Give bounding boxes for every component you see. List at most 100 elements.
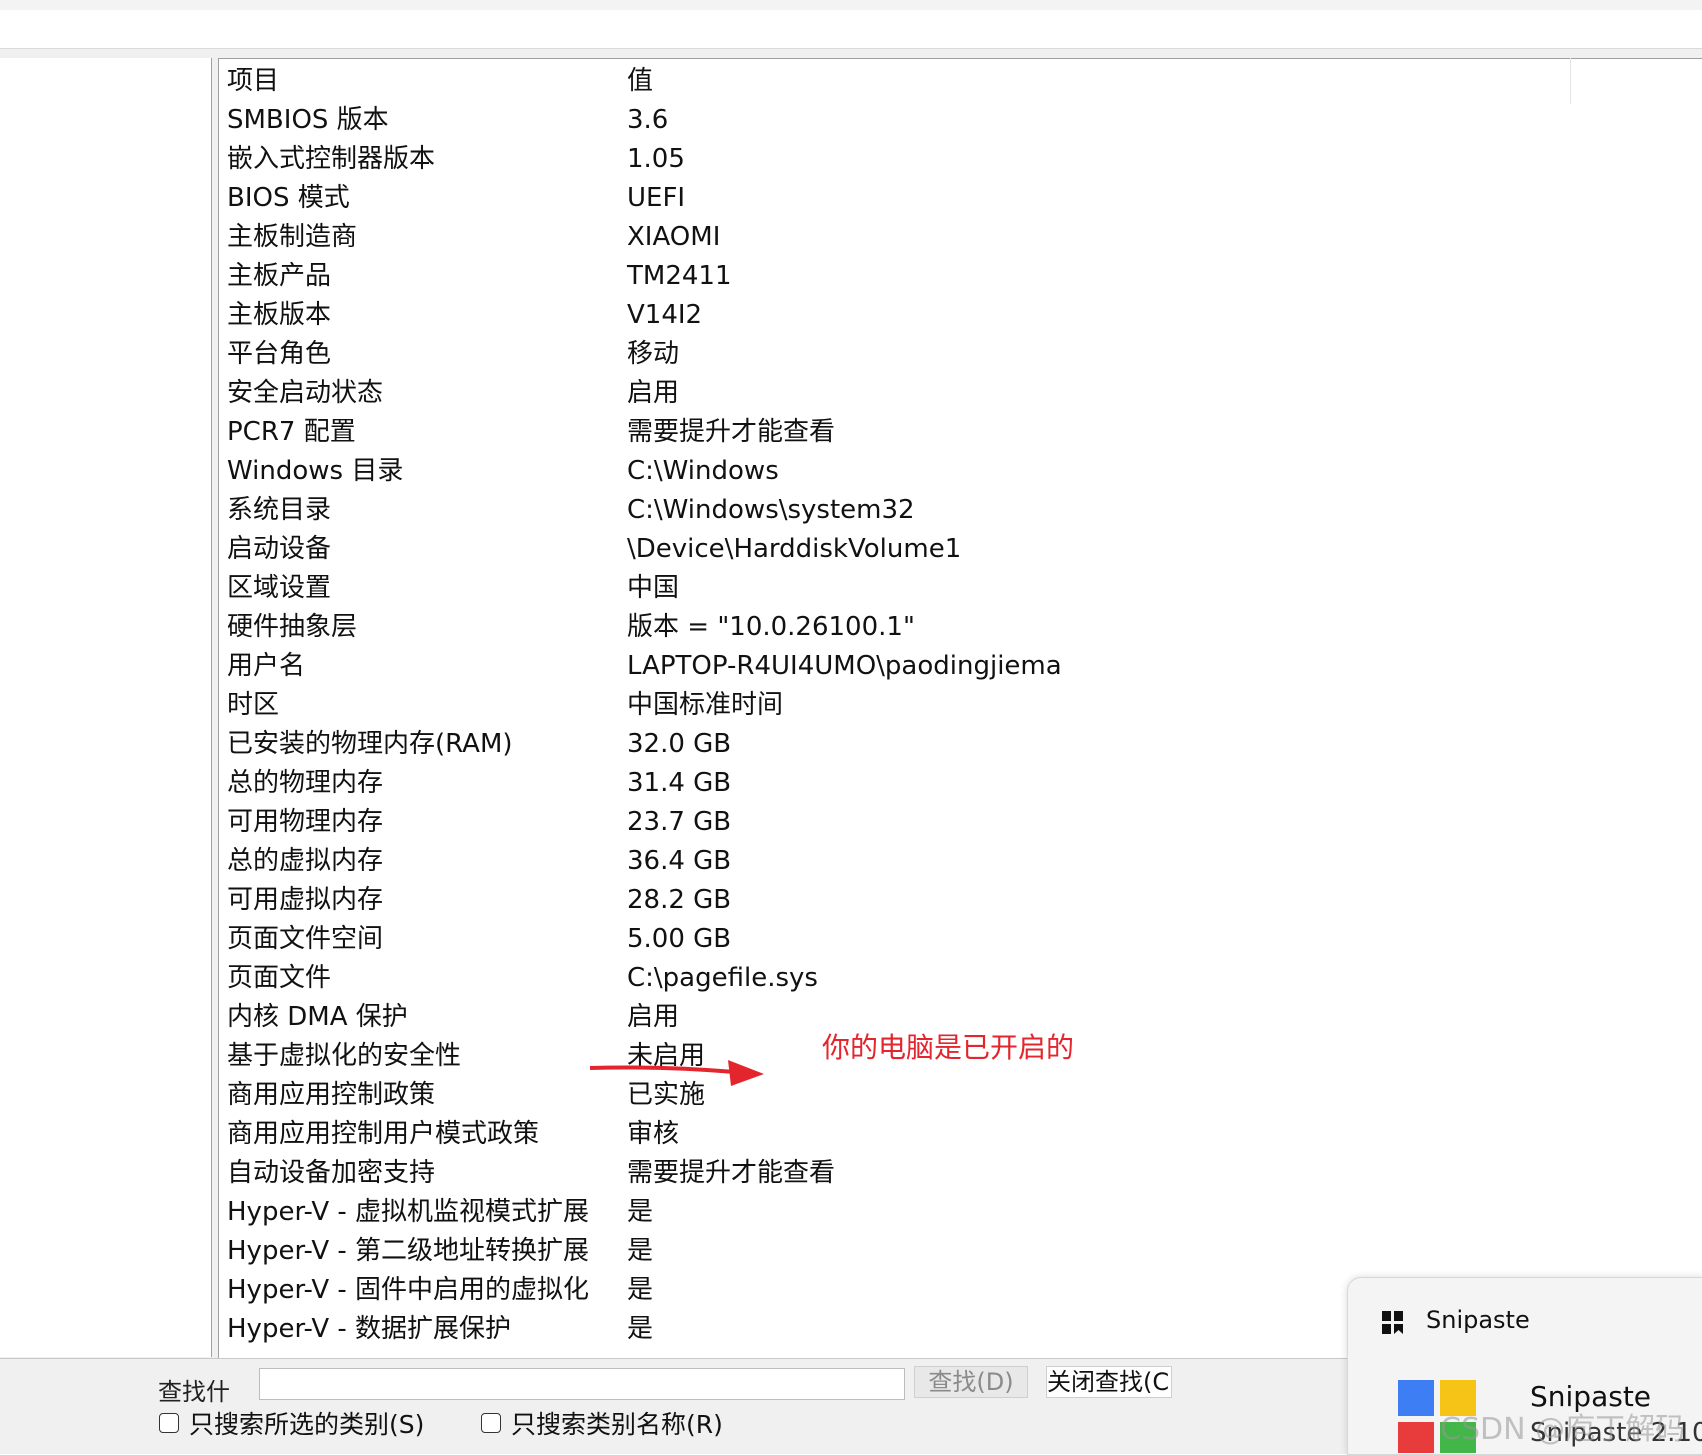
column-header-value[interactable]: 值 [627, 62, 653, 101]
system-summary-list[interactable]: 项目 值 SMBIOS 版本 3.6 嵌入式控制器版本 1.05 BIOS 模式 UEFI 主板… [218, 58, 1702, 1358]
table-row[interactable]: PCR7 配置 需要提升才能查看 [227, 413, 1427, 452]
window-top-strip [0, 0, 1702, 10]
table-row[interactable]: 总的虚拟内存 36.4 GB [227, 842, 1427, 881]
table-row[interactable]: 页面文件 C:\pagefile.sys [227, 959, 1427, 998]
row-item-name: 硬件抽象层 [227, 612, 358, 642]
row-item-name: 页面文件 [227, 963, 332, 993]
row-item-value: 审核 [627, 1119, 680, 1149]
row-item-name: 平台角色 [227, 339, 332, 369]
row-item-name: SMBIOS 版本 [227, 105, 389, 135]
row-item-value: 版本 = "10.0.26100.1" [627, 612, 915, 642]
row-item-value: 5.00 GB [627, 924, 732, 954]
row-item-name: 商用应用控制用户模式政策 [227, 1119, 540, 1149]
row-item-value: 已实施 [627, 1080, 706, 1110]
table-row[interactable]: Hyper-V - 数据扩展保护 是 [227, 1310, 1427, 1349]
table-row[interactable]: 主板版本 V14I2 [227, 296, 1427, 335]
table-row[interactable]: 商用应用控制政策 已实施 [227, 1076, 1427, 1115]
close-find-button[interactable]: 关闭查找(C [1046, 1366, 1172, 1398]
row-item-name: 主板制造商 [227, 222, 358, 252]
row-item-name: 总的虚拟内存 [227, 846, 384, 876]
column-header-row[interactable]: 项目 值 [227, 62, 1427, 101]
search-category-names-checkbox[interactable] [481, 1413, 501, 1433]
row-item-value: V14I2 [627, 300, 703, 330]
table-row[interactable]: 总的物理内存 31.4 GB [227, 764, 1427, 803]
row-item-value: C:\Windows [627, 456, 779, 486]
row-item-name: PCR7 配置 [227, 417, 356, 447]
table-row[interactable]: 嵌入式控制器版本 1.05 [227, 140, 1427, 179]
table-row[interactable]: 硬件抽象层 版本 = "10.0.26100.1" [227, 608, 1427, 647]
row-item-value: C:\pagefile.sys [627, 963, 818, 993]
find-input[interactable] [259, 1368, 905, 1400]
table-row[interactable]: 可用物理内存 23.7 GB [227, 803, 1427, 842]
row-item-value: 28.2 GB [627, 885, 732, 915]
table-row[interactable]: 主板制造商 XIAOMI [227, 218, 1427, 257]
table-row[interactable]: 系统目录 C:\Windows\system32 [227, 491, 1427, 530]
table-row[interactable]: 区域设置 中国 [227, 569, 1427, 608]
table-row[interactable]: 商用应用控制用户模式政策 审核 [227, 1115, 1427, 1154]
row-item-value: \Device\HarddiskVolume1 [627, 534, 962, 564]
table-row[interactable]: Hyper-V - 虚拟机监视模式扩展 是 [227, 1193, 1427, 1232]
row-item-value: 中国标准时间 [627, 690, 784, 720]
table-row[interactable]: 自动设备加密支持 需要提升才能查看 [227, 1154, 1427, 1193]
row-item-name: 可用虚拟内存 [227, 885, 384, 915]
row-item-value: 中国 [627, 573, 680, 603]
column-header-divider[interactable] [1570, 58, 1571, 104]
find-button[interactable]: 查找(D) [914, 1366, 1028, 1398]
search-selected-category-checkbox[interactable] [159, 1413, 179, 1433]
row-item-name: 可用物理内存 [227, 807, 384, 837]
snipaste-small-icon [1382, 1311, 1403, 1334]
find-label: 查找什 [158, 1378, 230, 1406]
table-row[interactable]: 安全启动状态 启用 [227, 374, 1427, 413]
row-item-name: 自动设备加密支持 [227, 1158, 436, 1188]
toolbar-area [0, 10, 1702, 49]
row-item-name: 用户名 [227, 651, 306, 681]
row-item-value: 1.05 [627, 144, 685, 174]
row-item-name: 内核 DMA 保护 [227, 1002, 408, 1032]
table-row[interactable]: 已安装的物理内存(RAM) 32.0 GB [227, 725, 1427, 764]
row-item-value: LAPTOP-R4UI4UMO\paodingjiema [627, 651, 1062, 681]
row-item-name: 启动设备 [227, 534, 332, 564]
search-selected-category-label: 只搜索所选的类别(S) [189, 1410, 425, 1439]
snipaste-small-label: Snipaste [1426, 1306, 1530, 1334]
row-item-name: 区域设置 [227, 573, 332, 603]
table-row[interactable]: SMBIOS 版本 3.6 [227, 101, 1427, 140]
table-row[interactable]: 时区 中国标准时间 [227, 686, 1427, 725]
row-item-name: Hyper-V - 数据扩展保护 [227, 1314, 512, 1344]
row-item-value: 是 [627, 1314, 654, 1344]
row-item-name: 主板产品 [227, 261, 332, 291]
row-item-value: 启用 [627, 378, 680, 408]
table-row[interactable]: Hyper-V - 固件中启用的虚拟化 是 [227, 1271, 1427, 1310]
row-item-name: 已安装的物理内存(RAM) [227, 729, 513, 759]
row-item-value: 未启用 [627, 1041, 706, 1071]
row-item-value: 需要提升才能查看 [627, 1158, 836, 1188]
row-item-value: 23.7 GB [627, 807, 732, 837]
row-item-value: UEFI [627, 183, 686, 213]
row-item-value: 3.6 [627, 105, 669, 135]
row-item-value: 31.4 GB [627, 768, 732, 798]
row-item-name: Hyper-V - 固件中启用的虚拟化 [227, 1275, 590, 1305]
table-row[interactable]: 可用虚拟内存 28.2 GB [227, 881, 1427, 920]
row-item-name: Hyper-V - 虚拟机监视模式扩展 [227, 1197, 590, 1227]
row-item-name: 页面文件空间 [227, 924, 384, 954]
snipaste-icon-square-blue [1398, 1380, 1434, 1416]
table-row[interactable]: 主板产品 TM2411 [227, 257, 1427, 296]
table-row[interactable]: BIOS 模式 UEFI [227, 179, 1427, 218]
table-row[interactable]: Hyper-V - 第二级地址转换扩展 是 [227, 1232, 1427, 1271]
table-row[interactable]: 平台角色 移动 [227, 335, 1427, 374]
row-item-value: 36.4 GB [627, 846, 732, 876]
table-row[interactable]: Windows 目录 C:\Windows [227, 452, 1427, 491]
snipaste-icon-square-red [1398, 1422, 1434, 1453]
table-row[interactable]: 用户名 LAPTOP-R4UI4UMO\paodingjiema [227, 647, 1427, 686]
row-item-value: 需要提升才能查看 [627, 417, 836, 447]
search-category-names-option[interactable]: 只搜索类别名称(R) [481, 1406, 723, 1440]
table-row[interactable]: 启动设备 \Device\HarddiskVolume1 [227, 530, 1427, 569]
csdn-watermark: CSDN @庖丁解码 [1440, 1412, 1686, 1447]
row-item-value: 启用 [627, 1002, 680, 1032]
search-selected-category-option[interactable]: 只搜索所选的类别(S) [159, 1406, 424, 1440]
search-category-names-label: 只搜索类别名称(R) [511, 1410, 723, 1439]
row-item-name: 商用应用控制政策 [227, 1080, 436, 1110]
table-row[interactable]: 页面文件空间 5.00 GB [227, 920, 1427, 959]
column-header-item[interactable]: 项目 [227, 62, 279, 101]
category-tree-pane[interactable] [0, 58, 212, 1357]
row-item-value: 是 [627, 1197, 654, 1227]
